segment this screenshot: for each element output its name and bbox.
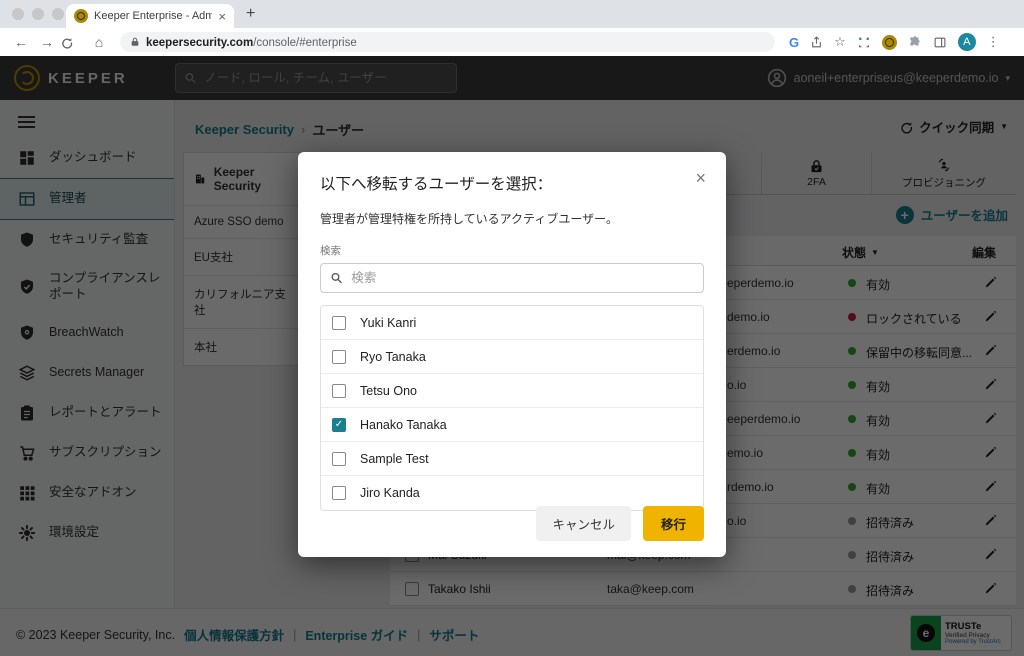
search-icon	[330, 271, 343, 285]
user-name: Hanako Tanaka	[360, 418, 447, 432]
cancel-button[interactable]: キャンセル	[536, 506, 631, 541]
modal-title: 以下へ移転するユーザーを選択：	[320, 172, 704, 194]
forward-button[interactable]: →	[34, 34, 60, 50]
transfer-user-modal: 以下へ移転するユーザーを選択： × 管理者が管理特権を所持しているアクティブユー…	[298, 152, 726, 557]
user-list-item[interactable]: ✓ Yuki Kanri	[321, 306, 703, 340]
user-name: Yuki Kanri	[360, 316, 416, 330]
user-checkbox[interactable]: ✓	[332, 486, 346, 500]
user-name: Jiro Kanda	[360, 486, 420, 500]
browser-menu-icon[interactable]: ⋮	[987, 34, 1000, 50]
user-checkbox[interactable]: ✓	[332, 418, 346, 432]
share-icon[interactable]	[810, 36, 823, 49]
new-tab-button[interactable]: +	[246, 5, 255, 23]
window-minimize-button[interactable]	[32, 8, 44, 20]
modal-close-icon[interactable]: ×	[695, 168, 706, 189]
user-name: Sample Test	[360, 452, 429, 466]
user-list-item[interactable]: ✓ Ryo Tanaka	[321, 340, 703, 374]
url-path: /console/#enterprise	[253, 37, 357, 49]
url-domain: keepersecurity.com	[146, 37, 253, 49]
extensions-puzzle-icon[interactable]	[908, 35, 922, 49]
user-list-item[interactable]: ✓ Tetsu Ono	[321, 374, 703, 408]
google-icon[interactable]: G	[789, 35, 799, 50]
user-list-item[interactable]: ✓ Sample Test	[321, 442, 703, 476]
home-button[interactable]: ⌂	[86, 34, 112, 50]
browser-profile-avatar[interactable]: A	[958, 33, 976, 51]
user-checkbox[interactable]: ✓	[332, 350, 346, 364]
side-panel-icon[interactable]	[933, 36, 947, 49]
browser-toolbar: ← → ⌂ keepersecurity.com/console/#enterp…	[0, 28, 1024, 56]
user-name: Tetsu Ono	[360, 384, 417, 398]
browser-tabbar: Keeper Enterprise - Admin Con × +	[0, 0, 1024, 28]
browser-tab[interactable]: Keeper Enterprise - Admin Con ×	[66, 4, 234, 28]
modal-search-box[interactable]	[320, 263, 704, 293]
keeper-favicon-icon	[74, 9, 88, 23]
tab-title: Keeper Enterprise - Admin Con	[94, 10, 212, 22]
user-checkbox[interactable]: ✓	[332, 384, 346, 398]
back-button[interactable]: ←	[8, 34, 34, 50]
modal-user-list: ✓ Yuki Kanri ✓ Ryo Tanaka ✓ Tetsu Ono ✓ …	[320, 305, 704, 511]
bookmark-star-icon[interactable]: ☆	[834, 34, 846, 50]
keeper-extension-icon[interactable]	[882, 35, 897, 50]
modal-search-label: 検索	[320, 243, 704, 258]
window-zoom-button[interactable]	[52, 8, 64, 20]
modal-subtitle: 管理者が管理特権を所持しているアクティブユーザー。	[320, 210, 704, 227]
transfer-button[interactable]: 移行	[643, 506, 704, 541]
lock-icon	[130, 36, 140, 48]
window-close-button[interactable]	[12, 8, 24, 20]
user-checkbox[interactable]: ✓	[332, 316, 346, 330]
tab-close-icon[interactable]: ×	[218, 10, 226, 23]
app-window: Keeper Enterprise - Admin Con × + ← → ⌂ …	[0, 0, 1024, 656]
url-bar[interactable]: keepersecurity.com/console/#enterprise	[120, 32, 775, 52]
reload-button[interactable]	[60, 36, 86, 49]
screenshot-icon[interactable]	[857, 36, 871, 49]
user-list-item[interactable]: ✓ Hanako Tanaka	[321, 408, 703, 442]
user-checkbox[interactable]: ✓	[332, 452, 346, 466]
user-list-item[interactable]: ✓ Jiro Kanda	[321, 476, 703, 510]
user-name: Ryo Tanaka	[360, 350, 426, 364]
modal-search-input[interactable]	[351, 271, 694, 285]
